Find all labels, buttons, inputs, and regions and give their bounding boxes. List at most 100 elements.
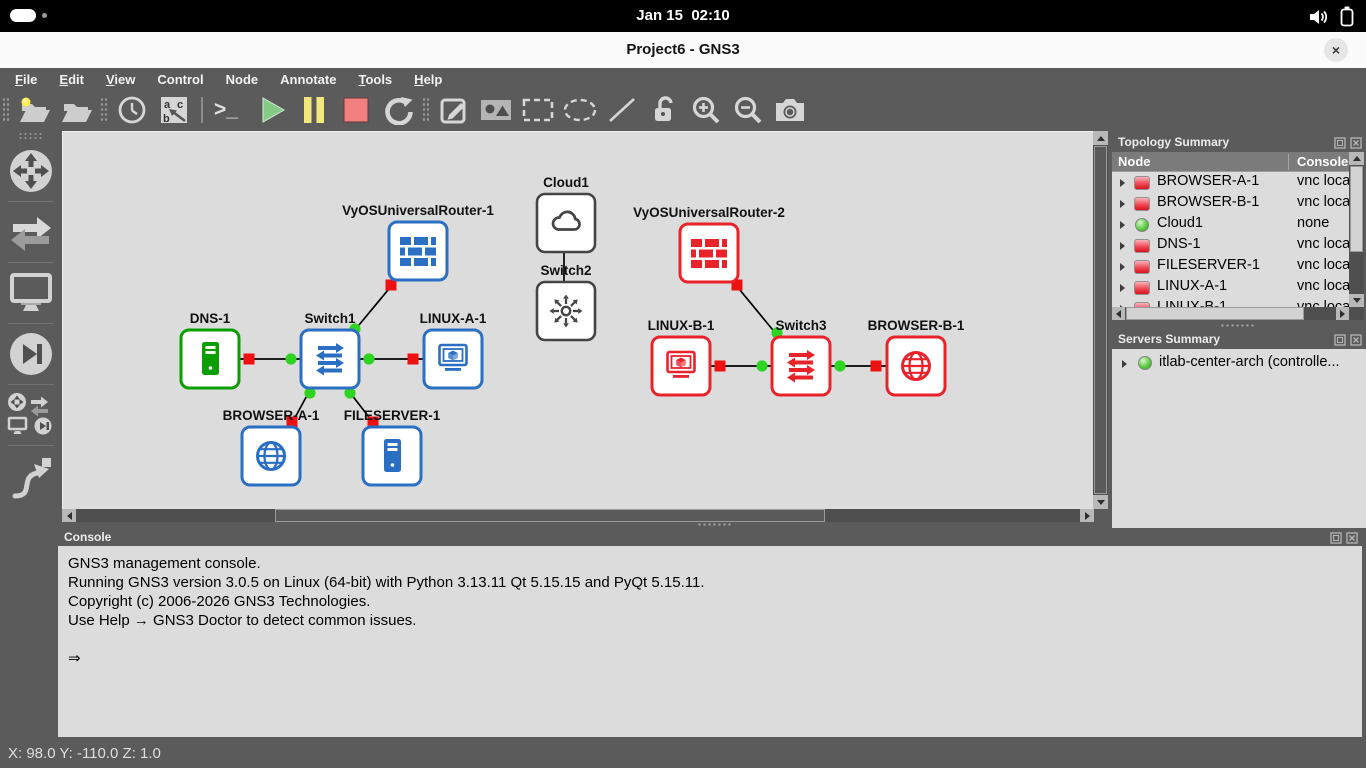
topology-node-LINUX-B-1[interactable] xyxy=(650,335,712,397)
open-project-icon[interactable] xyxy=(58,93,94,127)
topology-row-LINUX-A-1[interactable]: LINUX-A-1 vnc loca xyxy=(1112,277,1349,298)
add-link-icon[interactable] xyxy=(0,448,62,504)
window-close-button[interactable]: × xyxy=(1324,38,1348,62)
window-title: Project6 - GNS3 xyxy=(626,41,740,58)
sidebar-separator xyxy=(8,262,54,263)
expand-arrow-icon[interactable] xyxy=(1120,200,1125,208)
node-console-value: vnc loca xyxy=(1297,236,1349,252)
browse-routers-icon[interactable] xyxy=(0,143,62,199)
draw-rectangle-icon[interactable] xyxy=(520,93,556,127)
console-line: Use Help → GNS3 Doctor to detect common … xyxy=(68,612,417,629)
topology-row-Cloud1[interactable]: Cloud1 none xyxy=(1112,214,1349,235)
zoom-out-icon[interactable] xyxy=(730,93,766,127)
sidebar-separator xyxy=(8,201,54,202)
table-vertical-scrollbar[interactable] xyxy=(1349,152,1364,307)
topology-link[interactable] xyxy=(353,283,394,332)
browse-switches-icon[interactable] xyxy=(0,204,62,260)
server-row[interactable]: itlab-center-arch (controlle... xyxy=(1112,353,1366,375)
panel-splitter-handle[interactable] xyxy=(1220,323,1254,329)
menu-tools[interactable]: Tools xyxy=(347,68,403,91)
node-console-value: none xyxy=(1297,215,1330,231)
topology-row-BROWSER-A-1[interactable]: BROWSER-A-1 vnc loca xyxy=(1112,172,1349,193)
topology-summary-header[interactable]: Topology Summary xyxy=(1112,133,1366,152)
link-status-stopped xyxy=(243,353,255,365)
canvas-vertical-scrollbar[interactable] xyxy=(1093,131,1108,509)
topology-node-Switch2[interactable] xyxy=(535,280,597,342)
status-bar: X: 98.0 Y: -110.0 Z: 1.0 xyxy=(0,740,1366,768)
browse-security-devices-icon[interactable] xyxy=(0,326,62,382)
menu-control[interactable]: Control xyxy=(146,68,214,91)
draw-ellipse-icon[interactable] xyxy=(562,93,598,127)
expand-arrow-icon[interactable] xyxy=(1120,263,1125,271)
topology-node-DNS-1[interactable] xyxy=(179,328,241,390)
table-header[interactable]: Node Console xyxy=(1112,152,1364,172)
node-console-value: vnc loca xyxy=(1297,173,1349,189)
topology-node-BROWSER-B-1[interactable] xyxy=(885,335,947,397)
topology-canvas[interactable]: VyOSUniversalRouter-1 Cloud1 Switch2 VyO… xyxy=(62,131,1094,509)
topology-node-LINUX-A-1[interactable] xyxy=(422,328,484,390)
zoom-in-icon[interactable] xyxy=(688,93,724,127)
expand-arrow-icon[interactable] xyxy=(1120,242,1125,250)
topology-node-VyOSUniversalRouter-1[interactable] xyxy=(387,220,449,282)
expand-arrow-icon[interactable] xyxy=(1122,360,1127,368)
menu-node[interactable]: Node xyxy=(215,68,270,91)
topology-row-BROWSER-B-1[interactable]: BROWSER-B-1 vnc loca xyxy=(1112,193,1349,214)
menu-view[interactable]: View xyxy=(95,68,146,91)
topology-row-DNS-1[interactable]: DNS-1 vnc loca xyxy=(1112,235,1349,256)
node-name: LINUX-B-1 xyxy=(1157,299,1228,307)
node-console-value: vnc loca xyxy=(1297,194,1349,210)
menu-help[interactable]: Help xyxy=(403,68,453,91)
console-panel-header[interactable]: Console xyxy=(58,528,1362,546)
snapshot-icon[interactable] xyxy=(114,93,150,127)
column-node[interactable]: Node xyxy=(1118,152,1151,172)
expand-arrow-icon[interactable] xyxy=(1120,284,1125,292)
console-connect-icon[interactable]: >_ xyxy=(212,93,248,127)
topology-row-FILESERVER-1[interactable]: FILESERVER-1 vnc loca xyxy=(1112,256,1349,277)
stop-icon[interactable] xyxy=(338,93,374,127)
expand-arrow-icon[interactable] xyxy=(1120,221,1125,229)
node-console-value: vnc loca xyxy=(1297,257,1349,273)
node-name: BROWSER-A-1 xyxy=(1157,173,1260,189)
toolbar-grip[interactable] xyxy=(100,97,108,123)
insert-image-icon[interactable] xyxy=(478,93,514,127)
menu-edit[interactable]: Edit xyxy=(48,68,95,91)
topology-node-Switch1[interactable] xyxy=(299,328,361,390)
new-project-icon[interactable] xyxy=(16,93,52,127)
node-status-led xyxy=(1135,218,1149,232)
start-icon[interactable] xyxy=(254,93,290,127)
topology-link[interactable] xyxy=(734,283,778,336)
lock-items-icon[interactable] xyxy=(646,93,682,127)
column-console[interactable]: Console xyxy=(1297,152,1348,172)
table-horizontal-scrollbar[interactable] xyxy=(1112,307,1364,320)
menu-annotate[interactable]: Annotate xyxy=(269,68,347,91)
node-name: FILESERVER-1 xyxy=(1157,257,1260,273)
canvas-horizontal-scrollbar[interactable] xyxy=(62,509,1094,522)
node-name: Cloud1 xyxy=(1157,215,1203,231)
toolbar-grip[interactable] xyxy=(422,97,430,123)
sidebar-grip[interactable] xyxy=(18,132,44,139)
volume-icon[interactable] xyxy=(1308,8,1328,31)
reload-icon[interactable] xyxy=(380,93,416,127)
draw-line-icon[interactable] xyxy=(604,93,640,127)
console-line: GNS3 management console. xyxy=(68,555,261,572)
console-output[interactable]: GNS3 management console. Running GNS3 ver… xyxy=(58,546,1362,737)
browse-all-devices-icon[interactable] xyxy=(0,387,62,443)
servers-summary-header[interactable]: Servers Summary xyxy=(1112,330,1366,349)
node-status-led xyxy=(1134,197,1150,211)
topology-node-Switch3[interactable] xyxy=(770,335,832,397)
topology-node-BROWSER-A-1[interactable] xyxy=(240,425,302,487)
suspend-icon[interactable] xyxy=(296,93,332,127)
console-panel-title: Console xyxy=(64,530,112,544)
menu-file[interactable]: File xyxy=(4,68,48,91)
toolbar-grip[interactable] xyxy=(2,97,10,123)
battery-icon[interactable] xyxy=(1340,6,1354,32)
interface-labels-icon[interactable]: acb xyxy=(156,93,192,127)
expand-arrow-icon[interactable] xyxy=(1120,179,1125,187)
topology-node-FILESERVER-1[interactable] xyxy=(361,425,423,487)
browse-end-devices-icon[interactable] xyxy=(0,265,62,321)
topology-row-LINUX-B-1[interactable]: LINUX-B-1 vnc loca xyxy=(1112,298,1349,307)
topology-node-Cloud1[interactable] xyxy=(535,192,597,254)
screenshot-icon[interactable] xyxy=(772,93,808,127)
topology-node-VyOSUniversalRouter-2[interactable] xyxy=(678,222,740,284)
add-note-icon[interactable] xyxy=(436,93,472,127)
